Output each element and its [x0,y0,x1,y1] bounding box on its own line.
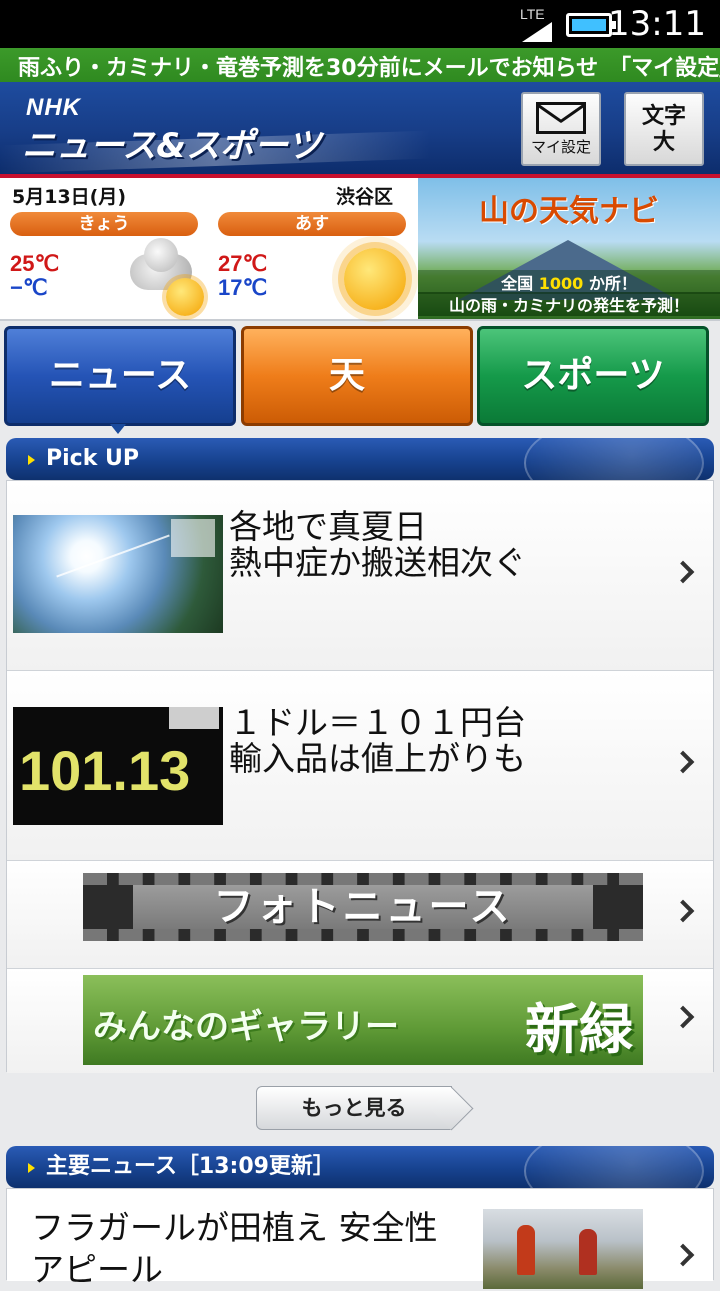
tab-sports[interactable]: スポーツ [477,326,709,426]
globe-icon [524,438,704,480]
tomorrow-low: 17℃ [218,275,268,300]
news-headline: 各地で真夏日 熱中症か搬送相次ぐ [229,509,526,581]
headline-line: 輸入品は値上がりも [229,739,526,778]
category-tabs: ニュース 天気 スポーツ [0,326,720,490]
font-size-label: 文字 大 [641,104,686,155]
gallery-label: みんなのギャラリー [93,1007,399,1047]
mountain-weather-banner[interactable]: 山の天気ナビ 全国 1000 か所！ 山の雨・カミナリの発生を予測！ [418,178,720,319]
battery-icon [566,13,616,37]
pickup-section-header: Pick UP [6,438,714,480]
my-settings-button[interactable]: マイ設定 [521,92,601,166]
mountain-banner-line1-post: か所！ [588,274,637,293]
section-arrow-icon [28,455,35,465]
news-thumbnail [13,515,223,633]
mountain-banner-title: 山の天気ナビ [479,194,659,229]
chevron-right-icon [671,1005,695,1029]
today-label: きょう [10,212,198,236]
tomorrow-label: あす [218,212,406,236]
pickup-item-dollar[interactable]: 101.13 １ドル＝１０１円台 輸入品は値上がりも [7,671,713,861]
chevron-right-icon [671,750,695,773]
gallery-banner: みんなのギャラリー 新緑 [83,975,643,1065]
section-arrow-icon [28,1163,35,1173]
sun-icon [344,248,406,310]
logo-title: ニュース&スポーツ [22,126,322,166]
weather-date: 5月13日(月) [12,186,127,208]
mountain-banner-line1-count: 1000 [538,274,584,293]
gallery-theme: 新緑 [525,998,633,1061]
today-high: 25℃ [10,251,60,276]
more-button[interactable]: もっと見る [256,1086,452,1130]
photo-news-banner: フォトニュース [83,873,643,941]
network-type: LTE [520,6,545,22]
app-header: NHK ニュース&スポーツ マイ設定 文字 大 [0,82,720,178]
news-headline: フラガールが田植え 安全性アピール [31,1208,438,1289]
headline-line: 各地で真夏日 [229,507,427,546]
sun-small-icon [166,278,204,316]
thumbnail-rate: 101.13 [19,739,191,802]
pickup-list: 各地で真夏日 熱中症か搬送相次ぐ 101.13 １ドル＝１０１円台 輸入品は値上… [6,480,714,1073]
news-thumbnail: 101.13 [13,707,223,825]
clock: 13:11 [608,4,706,44]
news-thumbnail [483,1209,643,1289]
tomorrow-high: 27℃ [218,251,268,276]
today-low: −℃ [10,275,48,300]
chevron-right-icon [671,560,695,583]
signal-icon [522,22,552,42]
mountain-banner-line1-pre: 全国 [501,274,534,293]
globe-icon [524,1146,704,1188]
headline-line: 熱中症か搬送相次ぐ [229,543,526,582]
today-temps: 25℃ −℃ [10,252,59,300]
news-headline: １ドル＝１０１円台 輸入品は値上がりも [229,705,526,777]
tomorrow-temps: 27℃ 17℃ [218,252,267,300]
major-news-section-header: 主要ニュース［13:09更新］ [6,1146,714,1188]
chevron-right-icon [671,899,695,922]
mail-icon [536,102,586,134]
alert-ticker[interactable]: 雨ふり・カミナリ・竜巻予測を30分前にメールでお知らせ 「マイ設定」から [0,48,720,82]
my-settings-label: マイ設定 [530,138,591,156]
weather-panel[interactable]: 5月13日(月) 渋谷区 きょう あす 25℃ −℃ 27℃ 17℃ 山の天気ナ… [0,178,720,321]
headline-line: １ドル＝１０１円台 [229,703,526,742]
pickup-title: Pick UP [46,446,139,471]
font-size-button[interactable]: 文字 大 [624,92,704,166]
photo-news-row[interactable]: フォトニュース [7,861,713,969]
tab-weather[interactable]: 天気 [241,326,473,490]
chevron-right-icon [671,1243,695,1267]
pickup-item-heat[interactable]: 各地で真夏日 熱中症か搬送相次ぐ [7,481,713,671]
major-news-item[interactable]: フラガールが田植え 安全性アピール [7,1189,713,1289]
mountain-banner-line1: 全国 1000 か所！ [418,270,720,294]
active-tab-indicator [110,424,126,434]
major-news-title: 主要ニュース［13:09更新］ [46,1154,335,1179]
major-news-list: フラガールが田植え 安全性アピール [6,1188,714,1289]
status-bar: LTE 13:11 [0,0,720,48]
gallery-row[interactable]: みんなのギャラリー 新緑 [7,969,713,1073]
photo-news-label: フォトニュース [133,885,593,929]
mountain-banner-line2: 山の雨・カミナリの発生を予測！ [418,292,720,316]
tab-news[interactable]: ニュース [4,326,236,426]
weather-area: 渋谷区 [336,186,394,208]
